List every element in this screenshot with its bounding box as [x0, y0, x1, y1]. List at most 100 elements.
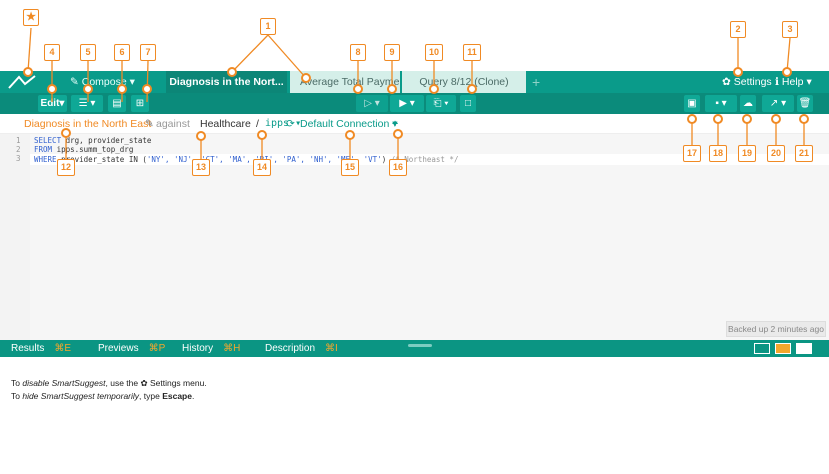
- callout-marker: [47, 84, 57, 94]
- callout-marker: [429, 84, 439, 94]
- app-logo[interactable]: [0, 71, 44, 93]
- new-tab-button[interactable]: +: [532, 71, 546, 93]
- connection-selector[interactable]: Default Connection ▾: [300, 117, 398, 131]
- query-title[interactable]: Diagnosis in the North East: [24, 117, 151, 131]
- stop-button[interactable]: □: [460, 95, 476, 112]
- panel-resize-handle[interactable]: [408, 344, 432, 347]
- backup-status: Backed up 2 minutes ago: [726, 321, 826, 337]
- app-window: ✎ Compose ▾ Diagnosis in the Nort... Ave…: [0, 0, 829, 474]
- line-gutter: 1 2 3: [0, 134, 30, 340]
- delete-button[interactable]: 🗑: [797, 95, 813, 112]
- pencil-icon: ✎: [70, 76, 79, 88]
- layout-single-icon[interactable]: [754, 343, 770, 354]
- keyword: WHERE: [34, 155, 57, 164]
- hint-text: To: [11, 378, 23, 388]
- tab-results[interactable]: Results ⌘E: [11, 340, 71, 357]
- callout-11: 11: [463, 44, 481, 61]
- table-icon: ▤: [112, 98, 122, 109]
- callout-marker: [227, 67, 237, 77]
- code-line-1: SELECT drg, provider_state: [34, 136, 151, 145]
- tab-diagnosis[interactable]: Diagnosis in the Nort...: [166, 71, 287, 93]
- hotkey: ⌘P: [148, 343, 166, 354]
- callout-marker: [467, 84, 477, 94]
- callout-5: 5: [80, 44, 96, 61]
- hotkey: ⌘H: [223, 343, 241, 354]
- help-label: Help: [781, 76, 804, 88]
- schema-selector[interactable]: ipps ▾: [265, 117, 301, 131]
- callout-8: 8: [350, 44, 366, 61]
- hotkey: ⌘E: [54, 343, 72, 354]
- table-view-button[interactable]: ▤: [108, 95, 126, 112]
- tab-description[interactable]: Description ⌘I: [265, 340, 338, 357]
- logo-icon: [8, 75, 36, 89]
- hint-text: Settings menu.: [147, 378, 207, 388]
- present-icon: ▣: [687, 98, 697, 109]
- smartsuggest-hint: To disable SmartSuggest, use the ✿ Setti…: [11, 377, 207, 403]
- callout-9: 9: [384, 44, 400, 61]
- tab-label: History: [182, 343, 214, 354]
- callout-marker: [142, 84, 152, 94]
- tab-previews[interactable]: Previews ⌘P: [98, 340, 165, 357]
- rename-pencil-icon[interactable]: ✎: [145, 117, 154, 131]
- callout-16: 16: [389, 159, 407, 176]
- callout-marker: [61, 128, 71, 138]
- format-lines-icon: ☰: [78, 98, 88, 109]
- present-button[interactable]: ▣: [684, 95, 700, 112]
- edit-menu-button[interactable]: Edit▾: [38, 95, 67, 112]
- share-button[interactable]: ↗ ▾: [762, 95, 794, 112]
- callout-4: 4: [44, 44, 60, 61]
- tab-history[interactable]: History ⌘H: [182, 340, 240, 357]
- connection-label: Default Connection: [300, 118, 390, 130]
- layout-split-icon[interactable]: [775, 343, 791, 354]
- chevron-down-icon: ▾: [781, 98, 787, 109]
- keyword: SELECT: [34, 136, 62, 145]
- database-selector[interactable]: Healthcare: [200, 117, 251, 131]
- external-link-icon: ↗: [769, 98, 779, 109]
- callout-marker: [782, 67, 792, 77]
- run-button[interactable]: ▶ ▾: [390, 95, 424, 112]
- play-outline-icon: ▷: [364, 98, 372, 109]
- callout-marker: [196, 131, 206, 141]
- callout-20: 20: [767, 145, 785, 162]
- help-menu[interactable]: ℹ Help ▾: [775, 71, 812, 93]
- refresh-icon[interactable]: ⟳: [286, 117, 295, 131]
- callout-1: 1: [260, 18, 276, 35]
- callout-12: 12: [57, 159, 75, 176]
- callout-3: 3: [782, 21, 798, 38]
- line-number: 1: [16, 136, 21, 145]
- explain-button[interactable]: ▷ ▾: [356, 95, 388, 112]
- callout-marker: [117, 84, 127, 94]
- path-separator: /: [256, 118, 259, 130]
- code-text: ipps.summ_top_drg: [52, 145, 134, 154]
- hint-text: , type: [139, 391, 163, 401]
- callout-10: 10: [425, 44, 443, 61]
- chevron-down-icon: ▾: [90, 98, 96, 109]
- chevron-down-icon: ▾: [409, 98, 415, 109]
- format-button[interactable]: ☰ ▾: [71, 95, 103, 112]
- settings-label: Settings: [733, 76, 772, 88]
- layout-full-icon[interactable]: [796, 343, 812, 354]
- hint-emphasis: hide SmartSuggest temporarily: [22, 391, 140, 401]
- callout-18: 18: [709, 145, 727, 162]
- chevron-down-icon: ▾: [721, 98, 727, 109]
- callout-19: 19: [738, 145, 756, 162]
- callout-marker: [83, 84, 93, 94]
- export-button[interactable]: ⎗ ▾: [426, 95, 456, 112]
- callout-marker: [742, 114, 752, 124]
- hint-emphasis: disable SmartSuggest: [22, 378, 106, 388]
- settings-menu[interactable]: ✿ Settings: [722, 71, 772, 93]
- hint-text: , use the: [105, 378, 141, 388]
- info-icon: ℹ: [775, 76, 779, 88]
- callout-marker: [393, 129, 403, 139]
- callout-17: 17: [683, 145, 701, 162]
- cloud-upload-button[interactable]: ☁: [740, 95, 756, 112]
- callout-marker: [257, 130, 267, 140]
- save-button[interactable]: ▪ ▾: [705, 95, 737, 112]
- keyword: FROM: [34, 145, 53, 154]
- tab-query-clone[interactable]: Query 8/12 (Clone): [402, 71, 526, 93]
- gear-icon: ✿: [140, 378, 148, 388]
- hint-text: .: [191, 391, 195, 401]
- save-to-file-button[interactable]: ⊞: [131, 95, 149, 112]
- callout-marker: [687, 114, 697, 124]
- code-text: drg, provider_state: [61, 136, 152, 145]
